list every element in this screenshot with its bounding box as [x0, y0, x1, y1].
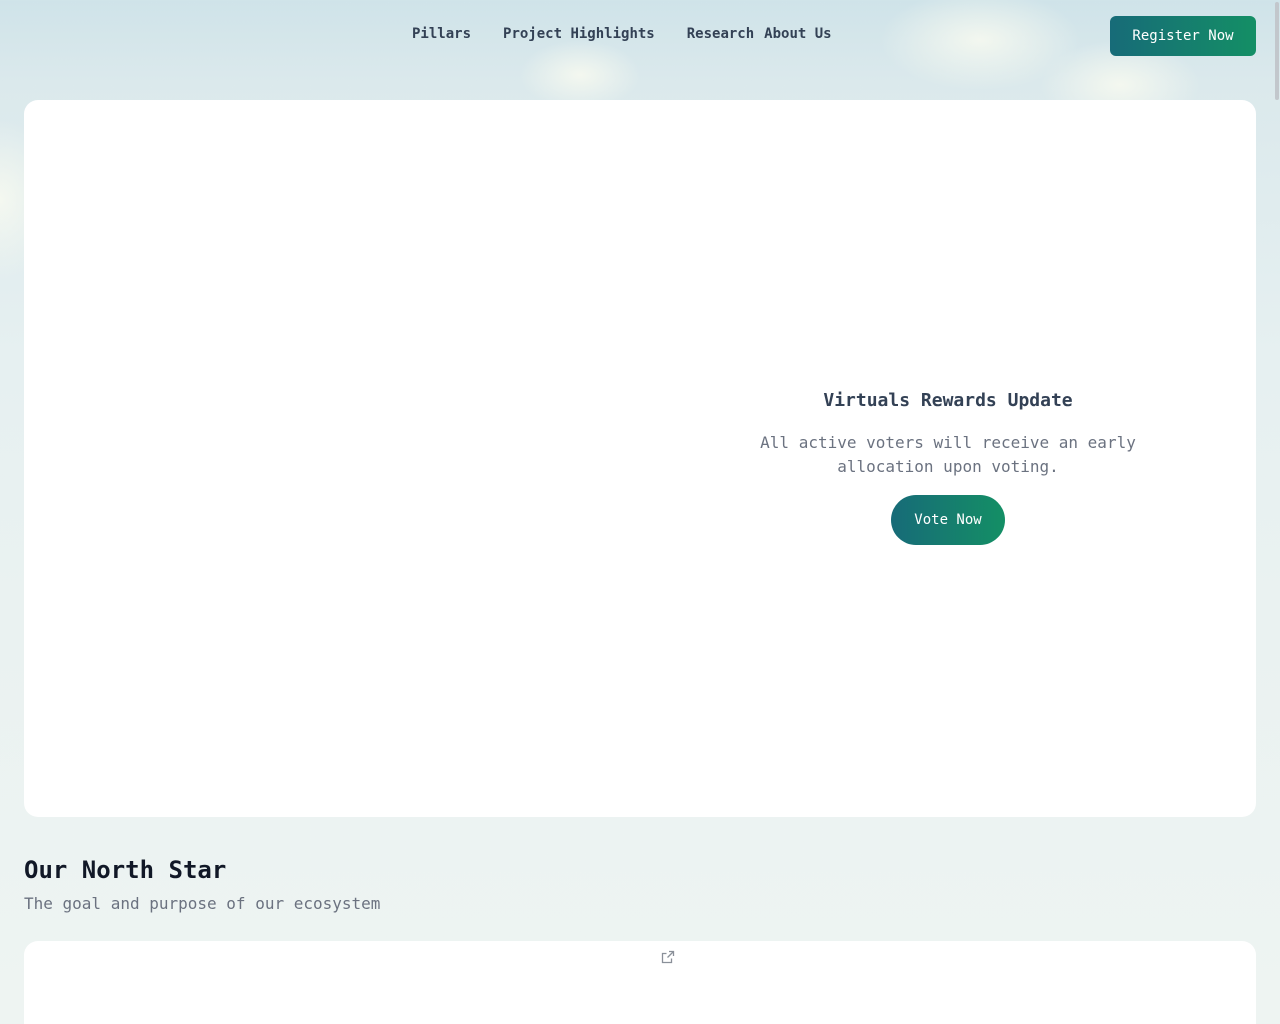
- hero-content: Virtuals Rewards Update All active voter…: [724, 390, 1172, 545]
- hero-title: Virtuals Rewards Update: [823, 390, 1073, 411]
- scrollbar[interactable]: [1274, 0, 1280, 1024]
- scrollbar-thumb[interactable]: [1275, 2, 1279, 100]
- register-button[interactable]: Register Now: [1110, 16, 1256, 56]
- nav-link-project-highlights[interactable]: Project Highlights: [503, 26, 655, 42]
- nav-link-research[interactable]: Research: [687, 26, 754, 42]
- vote-button[interactable]: Vote Now: [891, 495, 1005, 545]
- nav-link-about-us[interactable]: About Us: [764, 26, 831, 42]
- hero-description: All active voters will receive an early …: [760, 433, 1136, 476]
- section-title: Our North Star: [24, 856, 227, 884]
- section-subtitle: The goal and purpose of our ecosystem: [24, 894, 381, 913]
- external-link-icon[interactable]: [660, 949, 676, 965]
- top-nav: Pillars Project Highlights Research Abou…: [0, 0, 1280, 72]
- nav-link-pillars[interactable]: Pillars: [412, 26, 471, 42]
- hero-card: Virtuals Rewards Update All active voter…: [24, 100, 1256, 817]
- nav-links: Pillars Project Highlights Research Abou…: [412, 26, 832, 42]
- nav-link-group: Research About Us: [687, 26, 832, 42]
- north-star-card: [24, 941, 1256, 1024]
